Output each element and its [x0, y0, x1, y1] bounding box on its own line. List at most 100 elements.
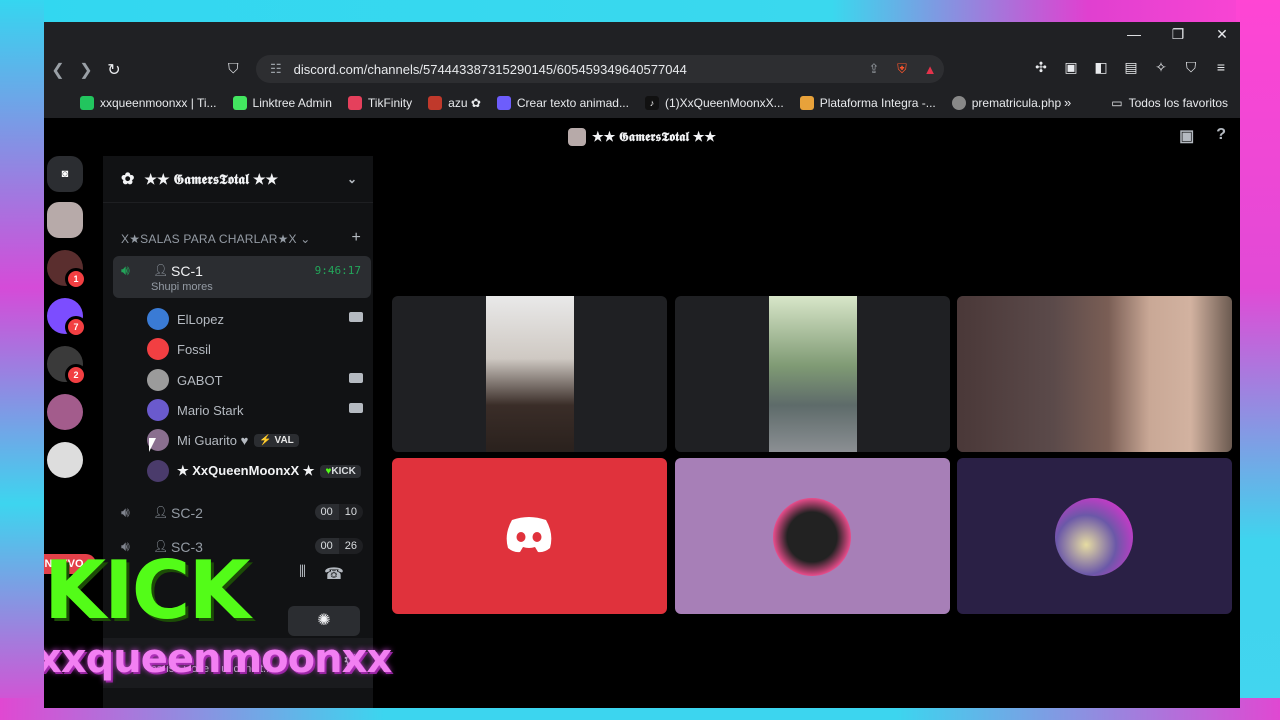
back-icon[interactable]: ❮: [44, 60, 72, 80]
avatar: [147, 308, 169, 330]
server-icon[interactable]: 1: [47, 250, 87, 290]
channel-category[interactable]: X★SALAS PARA CHARLAR★X ⌄ +: [121, 229, 365, 247]
restore-icon[interactable]: ❐: [1166, 26, 1190, 43]
server-icon[interactable]: [47, 394, 83, 430]
discord-app: ★★ 𝕲𝖆𝖒𝖊𝖗𝖘𝕿𝖔𝖙𝖆𝖑 ★★ ▣ ? ◙ 1 7 2 NUEVO ✿ ★★…: [44, 118, 1240, 708]
server-icon[interactable]: 2: [47, 346, 87, 386]
video-feed: [957, 296, 1232, 452]
discord-logo-icon: ◙: [61, 168, 69, 180]
mention-badge: 7: [65, 316, 87, 338]
voice-channel-sc1[interactable]: 🔊︎ 👤︎ SC-1 9:46:17 Shupi mores: [113, 256, 371, 298]
voice-member[interactable]: Mario Stark: [147, 397, 371, 423]
users-icon: 👤︎: [153, 505, 169, 519]
top-bar-actions: ▣ ?: [1179, 126, 1226, 146]
bookmarks-bar: xxqueenmoonxx | Ti... Linktree Admin Tik…: [44, 88, 1240, 119]
server-header[interactable]: ✿ ★★ 𝕲𝖆𝖒𝖊𝖗𝖘𝕿𝖔𝖙𝖆𝖑 ★★ ⌄: [103, 156, 373, 203]
sidebar-icon[interactable]: ◧: [1090, 59, 1112, 76]
voice-member[interactable]: ElLopez: [147, 306, 371, 332]
voice-member[interactable]: Mi Guarito ♥ ⚡ VAL: [147, 427, 371, 453]
bookmark-item[interactable]: TikFinity: [347, 96, 412, 110]
favicon-icon: [428, 96, 443, 110]
bookmarks-more-button[interactable]: »: [1064, 95, 1071, 110]
channel-name: SC-1: [171, 263, 203, 279]
participant-tile-xxqueenmoonxx[interactable]: [957, 458, 1232, 614]
video-tile-ellopez[interactable]: [392, 296, 667, 452]
share-icon[interactable]: ⇪: [860, 61, 888, 77]
inbox-icon[interactable]: ▣: [1179, 126, 1194, 146]
help-icon[interactable]: ?: [1216, 126, 1226, 146]
vpn-icon[interactable]: ⛉: [1180, 59, 1202, 76]
disconnect-icon[interactable]: ☎: [324, 564, 344, 584]
all-bookmarks-folder[interactable]: ▭ Todos los favoritos: [1111, 96, 1228, 110]
speaker-icon: 🔊︎: [121, 262, 130, 278]
activity-icon: ✺: [317, 612, 331, 629]
camera-icon: [349, 403, 363, 413]
media-icon[interactable]: ▣: [1060, 59, 1082, 76]
avatar: [773, 498, 851, 576]
favicon-icon: [80, 96, 94, 110]
favicon-icon: [951, 96, 966, 110]
voice-panel-actions: ⦀ ☎: [299, 564, 344, 584]
forward-icon[interactable]: ❯: [72, 60, 100, 80]
frame-right: [1236, 0, 1280, 720]
bookmark-item[interactable]: xxqueenmoonxx | Ti...: [80, 96, 217, 110]
kick-logo-overlay: KICK: [44, 544, 250, 637]
extensions-icon[interactable]: ✣: [1030, 59, 1052, 76]
url-text[interactable]: discord.com/channels/574443387315290145/…: [294, 62, 860, 77]
participant-tile-fossil[interactable]: [392, 458, 667, 614]
video-tile-mario-stark[interactable]: [957, 296, 1232, 452]
activity-button[interactable]: ✺: [288, 606, 360, 636]
avatar: [147, 369, 169, 391]
site-settings-icon[interactable]: ☷: [270, 61, 282, 77]
rewards-icon[interactable]: ▲: [916, 62, 944, 77]
server-settings-icon: ✿: [121, 171, 135, 188]
leo-icon[interactable]: ✧: [1150, 59, 1172, 76]
member-tag: ♥KICK: [320, 464, 361, 478]
reload-icon[interactable]: ↻: [100, 60, 128, 80]
call-timer: 9:46:17: [314, 264, 361, 277]
participant-tile-mi-guarito[interactable]: [675, 458, 950, 614]
bookmark-item[interactable]: Crear texto animad...: [496, 96, 629, 110]
wallet-icon[interactable]: ▤: [1120, 59, 1142, 76]
bookmark-item[interactable]: azu ✿: [428, 96, 481, 110]
voice-member[interactable]: Fossil: [147, 336, 371, 362]
mention-badge: 2: [65, 364, 87, 386]
video-tile-gabot[interactable]: [675, 296, 950, 452]
brave-shield-icon[interactable]: ⛨: [888, 61, 916, 77]
camera-icon: [349, 312, 363, 322]
minimize-icon[interactable]: —: [1122, 26, 1146, 43]
streamer-handle-overlay: xxqueenmoonxx: [44, 636, 392, 682]
user-count: 00 26: [314, 538, 363, 554]
favicon-icon: [799, 96, 814, 110]
bookmark-icon[interactable]: ⛉: [228, 60, 239, 77]
server-mini-icon: [567, 128, 586, 146]
voice-member-self[interactable]: ★ XxQueenMoonxX ★ ♥KICK: [147, 458, 371, 484]
discord-logo-icon: [506, 517, 552, 553]
server-icon[interactable]: 7: [47, 298, 87, 338]
server-icon[interactable]: [47, 442, 83, 478]
favicon-icon: [347, 96, 362, 110]
browser-window: — ❐ ✕ ❮ ❯ ↻ ⛉ ☷ discord.com/channels/574…: [44, 22, 1240, 708]
create-channel-icon[interactable]: +: [351, 229, 361, 247]
server-icon-gamerstotal[interactable]: [47, 202, 83, 238]
mention-badge: 1: [65, 268, 87, 290]
bookmark-item[interactable]: prematricula.php: [951, 96, 1061, 110]
close-icon[interactable]: ✕: [1210, 26, 1234, 43]
menu-icon[interactable]: ≡: [1210, 59, 1232, 76]
bookmark-item[interactable]: Linktree Admin: [232, 96, 332, 110]
noise-suppression-icon[interactable]: ⦀: [299, 564, 306, 584]
camera-icon: [349, 373, 363, 383]
avatar: [147, 399, 169, 421]
discord-top-bar: ★★ 𝕲𝖆𝖒𝖊𝖗𝖘𝕿𝖔𝖙𝖆𝖑 ★★ ▣ ?: [44, 118, 1240, 156]
favicon-icon: [496, 96, 511, 110]
direct-messages-button[interactable]: ◙: [47, 156, 83, 192]
bookmark-item[interactable]: Plataforma Integra -...: [799, 96, 936, 110]
avatar: [1055, 498, 1133, 576]
bookmark-item[interactable]: ♪ (1)XxQueenMoonxX...: [644, 96, 784, 110]
title-bar: — ❐ ✕: [44, 22, 1240, 52]
users-icon: 👤︎: [153, 263, 169, 277]
address-bar[interactable]: ☷ discord.com/channels/57444338731529014…: [256, 55, 944, 83]
folder-icon: ▭: [1111, 96, 1123, 110]
voice-member[interactable]: GABOT: [147, 367, 371, 393]
avatar: [147, 460, 169, 482]
